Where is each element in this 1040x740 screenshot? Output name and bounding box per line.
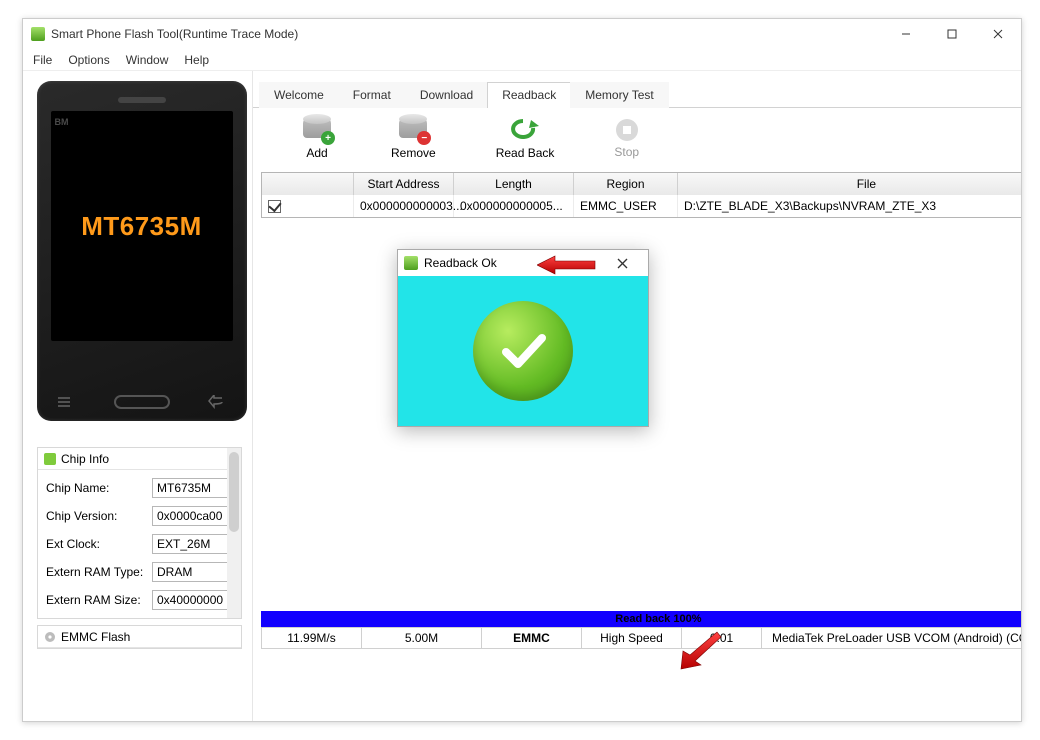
ram-type-label: Extern RAM Type: [46, 565, 146, 579]
gear-icon [44, 631, 56, 643]
tabstrip: Welcome Format Download Readback Memory … [253, 71, 1021, 108]
phone-home-button [114, 395, 170, 409]
dialog-icon [404, 256, 418, 270]
tab-format[interactable]: Format [338, 82, 406, 108]
tab-readback[interactable]: Readback [487, 82, 571, 108]
phone-back-icon [208, 395, 228, 409]
chip-name-value[interactable] [152, 478, 238, 498]
status-bar: 11.99M/s 5.00M EMMC High Speed 0:01 Medi… [261, 627, 1021, 649]
cell-file: D:\ZTE_BLADE_X3\Backups\NVRAM_ZTE_X3 [678, 195, 1021, 217]
chip-label: MT6735M [81, 211, 202, 242]
left-pane: BM MT6735M Chip Info [23, 71, 253, 721]
col-region[interactable]: Region [574, 173, 678, 195]
cell-start: 0x000000000003... [354, 195, 454, 217]
phone-menu-icon [56, 395, 76, 409]
success-check-icon [473, 301, 573, 401]
status-mode: High Speed [582, 628, 682, 648]
ext-clock-label: Ext Clock: [46, 537, 146, 551]
menu-help[interactable]: Help [184, 53, 209, 67]
row-checkbox[interactable] [268, 200, 281, 213]
col-length[interactable]: Length [454, 173, 574, 195]
ram-size-value[interactable] [152, 590, 238, 610]
tab-memory-test[interactable]: Memory Test [570, 82, 668, 108]
remove-button[interactable]: − Remove [391, 118, 436, 160]
table-row[interactable]: 0x000000000003... 0x000000000005... EMMC… [262, 195, 1021, 217]
app-window: Smart Phone Flash Tool(Runtime Trace Mod… [22, 18, 1022, 722]
emmc-header: EMMC Flash [61, 630, 130, 644]
minimize-button[interactable] [883, 19, 929, 49]
database-add-icon: + [303, 118, 331, 142]
stop-icon [616, 119, 638, 141]
emmc-flash-panel: EMMC Flash [37, 625, 242, 649]
status-device: MediaTek PreLoader USB VCOM (Android) (C… [762, 628, 1021, 648]
cell-region: EMMC_USER [574, 195, 678, 217]
readback-ok-dialog: Readback Ok [397, 249, 649, 427]
add-button[interactable]: + Add [303, 118, 331, 160]
chip-version-value[interactable] [152, 506, 238, 526]
annotation-arrow-icon [537, 254, 597, 276]
dialog-close-button[interactable] [602, 250, 642, 276]
col-file[interactable]: File [678, 173, 1021, 195]
chip-info-header: Chip Info [61, 452, 109, 466]
toolbar: + Add − Remove Read Back [253, 108, 1021, 172]
readback-icon [511, 118, 539, 142]
cell-length: 0x000000000005... [454, 195, 574, 217]
maximize-button[interactable] [929, 19, 975, 49]
phone-illustration: BM MT6735M [37, 81, 247, 421]
status-size: 5.00M [362, 628, 482, 648]
window-title: Smart Phone Flash Tool(Runtime Trace Mod… [51, 27, 298, 41]
progress-bar: Read back 100% [261, 611, 1021, 627]
col-checkbox[interactable] [262, 173, 354, 195]
right-pane: Welcome Format Download Readback Memory … [253, 71, 1021, 721]
stop-button[interactable]: Stop [614, 118, 639, 160]
app-icon [31, 27, 45, 41]
status-speed: 11.99M/s [262, 628, 362, 648]
tab-download[interactable]: Download [405, 82, 488, 108]
tab-welcome[interactable]: Welcome [259, 82, 339, 108]
menu-window[interactable]: Window [126, 53, 169, 67]
dialog-title: Readback Ok [424, 256, 497, 270]
database-remove-icon: − [399, 118, 427, 142]
col-start-address[interactable]: Start Address [354, 173, 454, 195]
chip-version-label: Chip Version: [46, 509, 146, 523]
ram-type-value[interactable] [152, 562, 238, 582]
phone-screen: MT6735M [51, 111, 233, 341]
chip-name-label: Chip Name: [46, 481, 146, 495]
ext-clock-value[interactable] [152, 534, 238, 554]
status-storage: EMMC [482, 628, 582, 648]
menu-options[interactable]: Options [68, 53, 109, 67]
readback-table: Start Address Length Region File 0x00000… [261, 172, 1021, 218]
chip-info-panel: Chip Info Chip Name: Chip Version: Ext C… [37, 447, 242, 619]
chip-info-scrollbar[interactable] [227, 448, 241, 618]
chip-icon [44, 453, 56, 465]
phone-brand-mark: BM [55, 117, 69, 127]
readback-button[interactable]: Read Back [496, 118, 555, 160]
dialog-content [398, 276, 648, 426]
annotation-arrow-icon [677, 629, 723, 675]
titlebar: Smart Phone Flash Tool(Runtime Trace Mod… [23, 19, 1021, 49]
ram-size-label: Extern RAM Size: [46, 593, 146, 607]
close-button[interactable] [975, 19, 1021, 49]
menu-file[interactable]: File [33, 53, 52, 67]
menubar: File Options Window Help [23, 49, 1021, 71]
